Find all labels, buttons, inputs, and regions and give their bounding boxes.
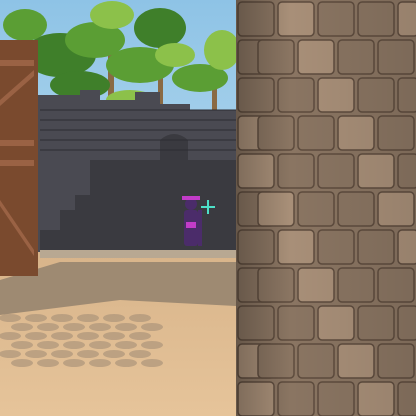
ruined-wall	[36, 90, 236, 252]
cobblestone	[51, 332, 73, 340]
cobblestone	[115, 341, 137, 349]
crosshair-vertical	[207, 200, 209, 214]
cobblestone	[25, 350, 47, 358]
cobblestone	[129, 332, 151, 340]
cobblestone	[63, 359, 85, 367]
cobblestone	[11, 323, 33, 331]
cobblestone	[141, 323, 163, 331]
palm-frond	[134, 8, 186, 48]
cobblestone	[63, 323, 85, 331]
cobblestone	[25, 314, 47, 322]
cobblestone	[141, 359, 163, 367]
cobblestone	[0, 350, 21, 358]
curb	[40, 250, 236, 258]
palm-frond	[3, 9, 47, 41]
cobblestone	[0, 314, 21, 322]
cobblestone	[0, 332, 21, 340]
cobblestone	[11, 341, 33, 349]
cobblestone	[115, 323, 137, 331]
cobblestone	[51, 314, 73, 322]
cobblestone	[37, 359, 59, 367]
palm-frond	[90, 1, 134, 29]
cobblestone	[129, 314, 151, 322]
cobblestone	[37, 341, 59, 349]
stone-pillar	[236, 0, 416, 416]
cobblestone	[37, 323, 59, 331]
cobblestone	[11, 359, 33, 367]
cobblestone	[103, 314, 125, 322]
cobblestone	[77, 314, 99, 322]
cobblestone	[103, 332, 125, 340]
cobblestone	[77, 350, 99, 358]
crosshair-icon	[201, 200, 215, 214]
cobblestone	[89, 341, 111, 349]
cobblestone	[103, 350, 125, 358]
cobblestone	[129, 350, 151, 358]
game-viewport[interactable]	[0, 0, 416, 416]
palm-frond	[204, 30, 240, 70]
cobblestone	[51, 350, 73, 358]
cobblestone	[63, 341, 85, 349]
cobblestone	[89, 323, 111, 331]
cobblestone	[77, 332, 99, 340]
cobblestone	[115, 359, 137, 367]
palm-frond	[155, 43, 195, 67]
cobblestone	[89, 359, 111, 367]
wooden-door	[0, 40, 38, 276]
cobblestone	[141, 341, 163, 349]
cobblestone	[25, 332, 47, 340]
